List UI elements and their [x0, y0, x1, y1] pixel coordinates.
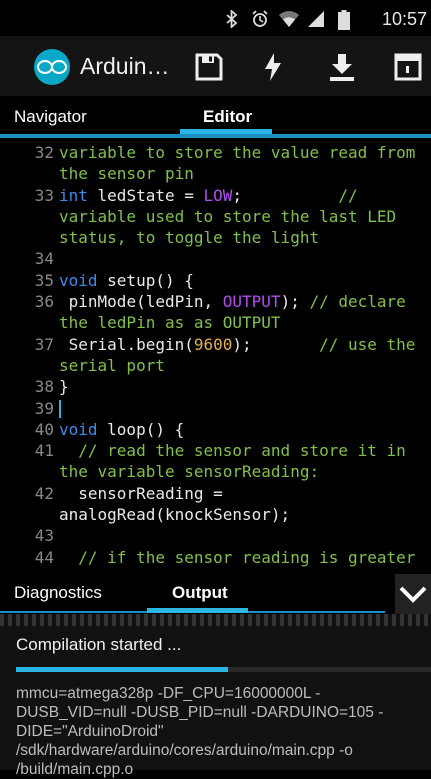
bluetooth-icon [223, 8, 241, 30]
tab-editor[interactable]: Editor [203, 107, 252, 127]
progress-fill [16, 667, 228, 672]
app-bar: Arduin… [0, 36, 431, 97]
clock: 10:57 [381, 9, 427, 29]
code-token: Serial.begin( [59, 334, 194, 354]
code-text: variable to store the value read from th… [59, 142, 431, 185]
text-cursor [59, 400, 61, 419]
battery-icon [335, 10, 353, 30]
code-line[interactable]: 44 // if the sensor reading is greater [0, 547, 431, 568]
code-text: } [59, 376, 431, 397]
code-text: void loop() { [59, 419, 431, 440]
code-line[interactable]: 33 int ledState = LOW; // variable used t… [0, 185, 431, 249]
code-line[interactable]: 32 variable to store the value read from … [0, 142, 431, 185]
line-number: 40 [34, 419, 54, 439]
flash-button[interactable] [254, 48, 292, 86]
code-line[interactable]: 43 [0, 525, 431, 546]
arduino-logo-icon[interactable] [34, 49, 70, 85]
line-number: 36 [34, 292, 54, 312]
tab-output[interactable]: Output [172, 583, 228, 603]
code-text: Serial.begin(9600); // use the serial po… [59, 334, 431, 377]
line-number: 32 [34, 143, 54, 162]
code-token: OUTPUT [222, 292, 281, 312]
code-token: ; [232, 185, 339, 205]
compilation-progress-bar [16, 667, 431, 672]
line-number: 43 [34, 526, 54, 546]
line-number: 38 [34, 377, 54, 397]
code-line[interactable]: 42 sensorReading = analogRead(knockSenso… [0, 483, 431, 526]
code-text: int ledState = LOW; // variable used to … [59, 185, 431, 249]
code-text: pinMode(ledPin, OUTPUT); // declare the … [59, 291, 431, 334]
flash-icon [265, 53, 281, 81]
line-number: 37 [34, 334, 54, 354]
code-text: sensorReading = analogRead(knockSensor); [59, 483, 431, 526]
code-token: ); [280, 292, 310, 312]
code-line[interactable]: 39 [0, 398, 431, 419]
bottom-tab-indicator [147, 608, 248, 613]
code-text: // if the sensor reading is greater [59, 547, 431, 568]
output-panel: Compilation started ... mmcu=atmega328p … [0, 626, 431, 778]
code-token: // if the sensor reading is greater [78, 547, 416, 567]
code-token: ledState = [87, 185, 204, 205]
status-icons [223, 8, 353, 30]
download-icon [330, 54, 354, 81]
code-line[interactable]: 34 [0, 248, 431, 269]
code-line[interactable]: 37 Serial.begin(9600); // use the serial… [0, 334, 431, 377]
code-text: void setup() { [59, 270, 431, 291]
code-token: loop() { [97, 419, 185, 439]
code-token: LOW [203, 185, 233, 205]
top-tab-bar: Navigator Editor [0, 96, 431, 138]
code-line[interactable]: 40 void loop() { [0, 419, 431, 440]
code-token: sensorReading = analogRead(knockSensor); [59, 483, 291, 525]
serial-monitor-button[interactable] [389, 48, 427, 86]
line-number: 44 [34, 547, 54, 567]
line-number: 41 [34, 441, 54, 461]
code-token: pinMode(ledPin, [59, 292, 223, 312]
save-icon [195, 53, 223, 81]
app-title: Arduin… [80, 53, 170, 79]
code-line[interactable]: 36 pinMode(ledPin, OUTPUT); // declare t… [0, 291, 431, 334]
code-token: } [59, 377, 69, 397]
code-token: int [59, 185, 88, 205]
code-line[interactable]: 35 void setup() { [0, 270, 431, 291]
line-number: 35 [34, 270, 54, 290]
code-token: void [59, 270, 98, 290]
code-token: ); [232, 334, 320, 354]
collapse-panel-button[interactable] [395, 574, 431, 614]
line-number: 33 [34, 185, 54, 205]
save-button[interactable] [190, 48, 228, 86]
tab-diagnostics[interactable]: Diagnostics [14, 583, 102, 603]
code-token: // read the sensor and store it in the v… [59, 441, 416, 482]
code-token: 9600 [193, 334, 233, 354]
tab-navigator[interactable]: Navigator [14, 107, 87, 127]
line-number: 34 [34, 249, 54, 269]
code-token: setup() { [97, 270, 194, 290]
compiler-log: mmcu=atmega328p -DF_CPU=16000000L -DUSB_… [16, 685, 384, 778]
code-text [59, 398, 431, 419]
alarm-icon [251, 10, 269, 28]
tab-indicator [180, 129, 272, 134]
compilation-status: Compilation started ... [16, 635, 182, 654]
code-text: // read the sensor and store it in the v… [59, 440, 431, 483]
line-number: 42 [34, 483, 54, 503]
bottom-tab-bar: Diagnostics Output [0, 574, 431, 614]
panel-resize-handle[interactable] [0, 614, 431, 626]
line-number: 39 [34, 398, 54, 418]
code-token: variable to store the value read from th… [59, 143, 426, 184]
chevron-down-icon [399, 586, 427, 603]
code-line[interactable]: 41 // read the sensor and store it in th… [0, 440, 431, 483]
download-button[interactable] [323, 48, 361, 86]
code-editor[interactable]: 32 variable to store the value read from … [0, 142, 431, 570]
status-bar: 10:57 [0, 0, 431, 36]
code-line[interactable]: 38} [0, 376, 431, 397]
wifi-icon [279, 10, 299, 28]
serial-monitor-icon [394, 53, 422, 81]
code-token: void [59, 419, 98, 439]
signal-icon [307, 10, 325, 28]
